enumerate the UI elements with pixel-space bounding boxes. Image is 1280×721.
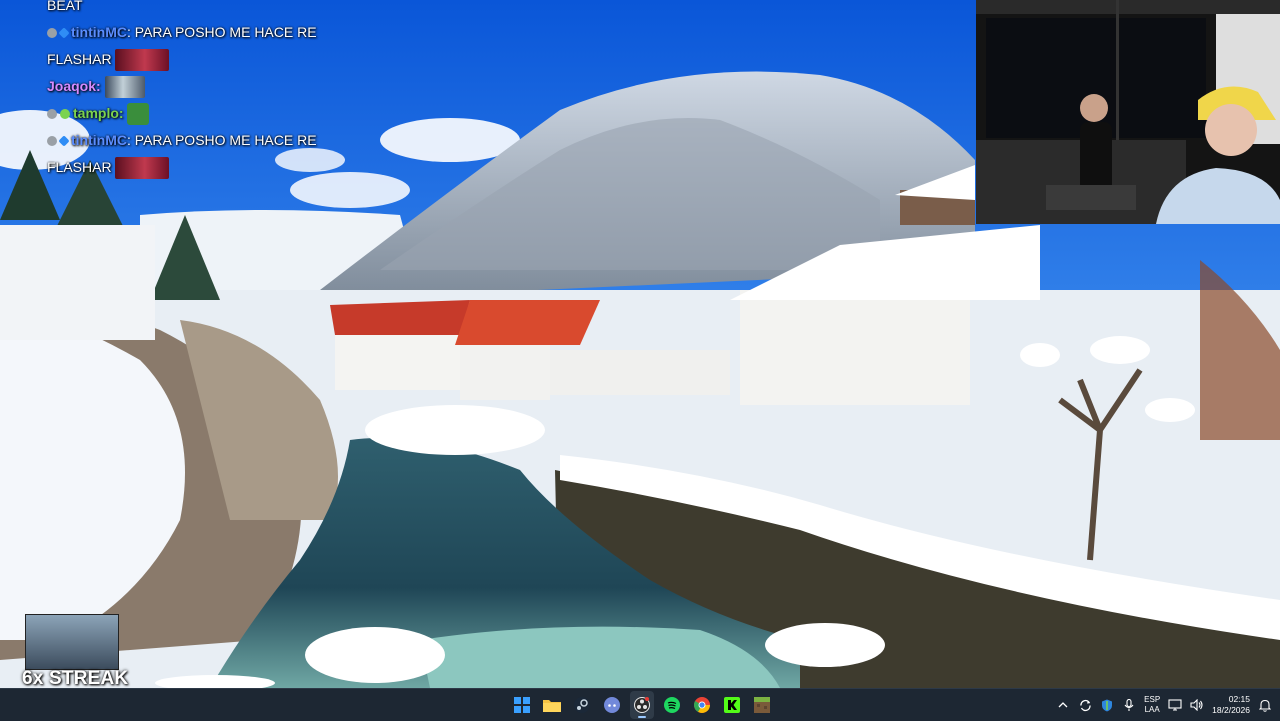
- taskbar-discord[interactable]: [600, 691, 624, 719]
- chat-message: tamplo:: [47, 100, 347, 127]
- streak-label: 6x STREAK: [22, 668, 129, 689]
- input-language-button[interactable]: ESP LAA: [1144, 695, 1160, 715]
- volume-icon: [1190, 699, 1203, 711]
- network-icon: [1168, 699, 1182, 711]
- discord-icon: [604, 697, 620, 713]
- chat-message: tintinMC: PARA POSHO ME HACE RE: [47, 127, 347, 154]
- moderator-badge-icon: [47, 28, 57, 39]
- chat-message-text: PARA POSHO ME HACE RE: [134, 132, 317, 148]
- chat-message-text: PARA POSHO ME HACE RE: [134, 24, 317, 40]
- taskbar-obs[interactable]: [630, 691, 654, 719]
- verified-badge-icon: [58, 27, 70, 39]
- sync-icon: [1080, 699, 1091, 711]
- tray-sync-button[interactable]: [1078, 698, 1092, 712]
- verified-badge-icon: [58, 135, 70, 147]
- taskbar-spotify[interactable]: [660, 691, 684, 719]
- chat-username: tamplo: [73, 105, 119, 121]
- folder-icon: [543, 700, 561, 712]
- steam-icon: [574, 697, 590, 713]
- subscriber-badge-icon: [60, 109, 70, 120]
- chat-message: FLASHAR: [47, 46, 347, 73]
- chat-message: tintinMC: PARA POSHO ME HACE RE: [47, 19, 347, 46]
- minecraft-icon: [754, 697, 770, 713]
- chat-username: tintinMC: [71, 24, 127, 40]
- chat-separator: :: [96, 78, 101, 94]
- notification-bell-icon: [1259, 699, 1271, 712]
- emote-icon: [127, 103, 150, 126]
- chat-message: BEAT: [47, 0, 347, 19]
- clock-date: 18/2/2026: [1212, 705, 1250, 715]
- tray-network-button[interactable]: [1168, 698, 1182, 712]
- emote-icon: [104, 76, 145, 99]
- taskbar: ESP LAA 02:15 18/2/2026: [0, 688, 1280, 721]
- taskbar-clock[interactable]: 02:15 18/2/2026: [1212, 694, 1250, 716]
- taskbar-kick[interactable]: [720, 691, 744, 719]
- chrome-icon: [694, 697, 710, 713]
- chevron-up-icon: [1058, 702, 1068, 708]
- taskbar-minecraft[interactable]: [750, 691, 774, 719]
- tray-defender-button[interactable]: [1100, 698, 1114, 712]
- chat-username: Joaqok: [47, 78, 97, 94]
- system-tray: ESP LAA 02:15 18/2/2026: [1056, 689, 1272, 721]
- taskbar-apps: [510, 689, 774, 721]
- show-hidden-icons-button[interactable]: [1056, 698, 1070, 712]
- emote-icon: [115, 49, 170, 72]
- tray-volume-button[interactable]: [1190, 698, 1204, 712]
- kick-icon: [724, 697, 740, 713]
- windows-icon: [514, 697, 530, 713]
- moderator-badge-icon: [47, 136, 57, 147]
- webcam-feed: [976, 0, 1280, 224]
- microphone-icon: [1124, 698, 1134, 711]
- emote-icon: [115, 157, 170, 180]
- shield-icon: [1102, 699, 1113, 711]
- keyboard-layout: LAA: [1144, 705, 1160, 714]
- obs-icon: [634, 697, 650, 713]
- chat-separator: :: [126, 132, 135, 148]
- chat-separator: :: [126, 24, 135, 40]
- streak-thumbnail: [25, 614, 119, 670]
- chat-message-text: BEAT: [47, 0, 83, 13]
- chat-username: tintinMC: [71, 132, 127, 148]
- chat-message-text: FLASHAR: [47, 159, 112, 175]
- tray-microphone-button[interactable]: [1122, 698, 1136, 712]
- notification-center-button[interactable]: [1258, 698, 1272, 712]
- taskbar-chrome[interactable]: [690, 691, 714, 719]
- chat-message: FLASHAR: [47, 154, 347, 181]
- taskbar-steam[interactable]: [570, 691, 594, 719]
- taskbar-file-explorer[interactable]: [540, 691, 564, 719]
- moderator-badge-icon: [47, 109, 57, 120]
- clock-time: 02:15: [1228, 694, 1250, 704]
- chat-message-text: FLASHAR: [47, 51, 112, 67]
- chat-separator: :: [118, 105, 124, 121]
- language-code: ESP: [1144, 695, 1161, 704]
- spotify-icon: [664, 697, 680, 713]
- start-button[interactable]: [510, 691, 534, 719]
- chat-message: Joaqok:: [47, 73, 347, 100]
- stream-chat-overlay: BEAT tintinMC: PARA POSHO ME HACE RE FLA…: [47, 0, 347, 181]
